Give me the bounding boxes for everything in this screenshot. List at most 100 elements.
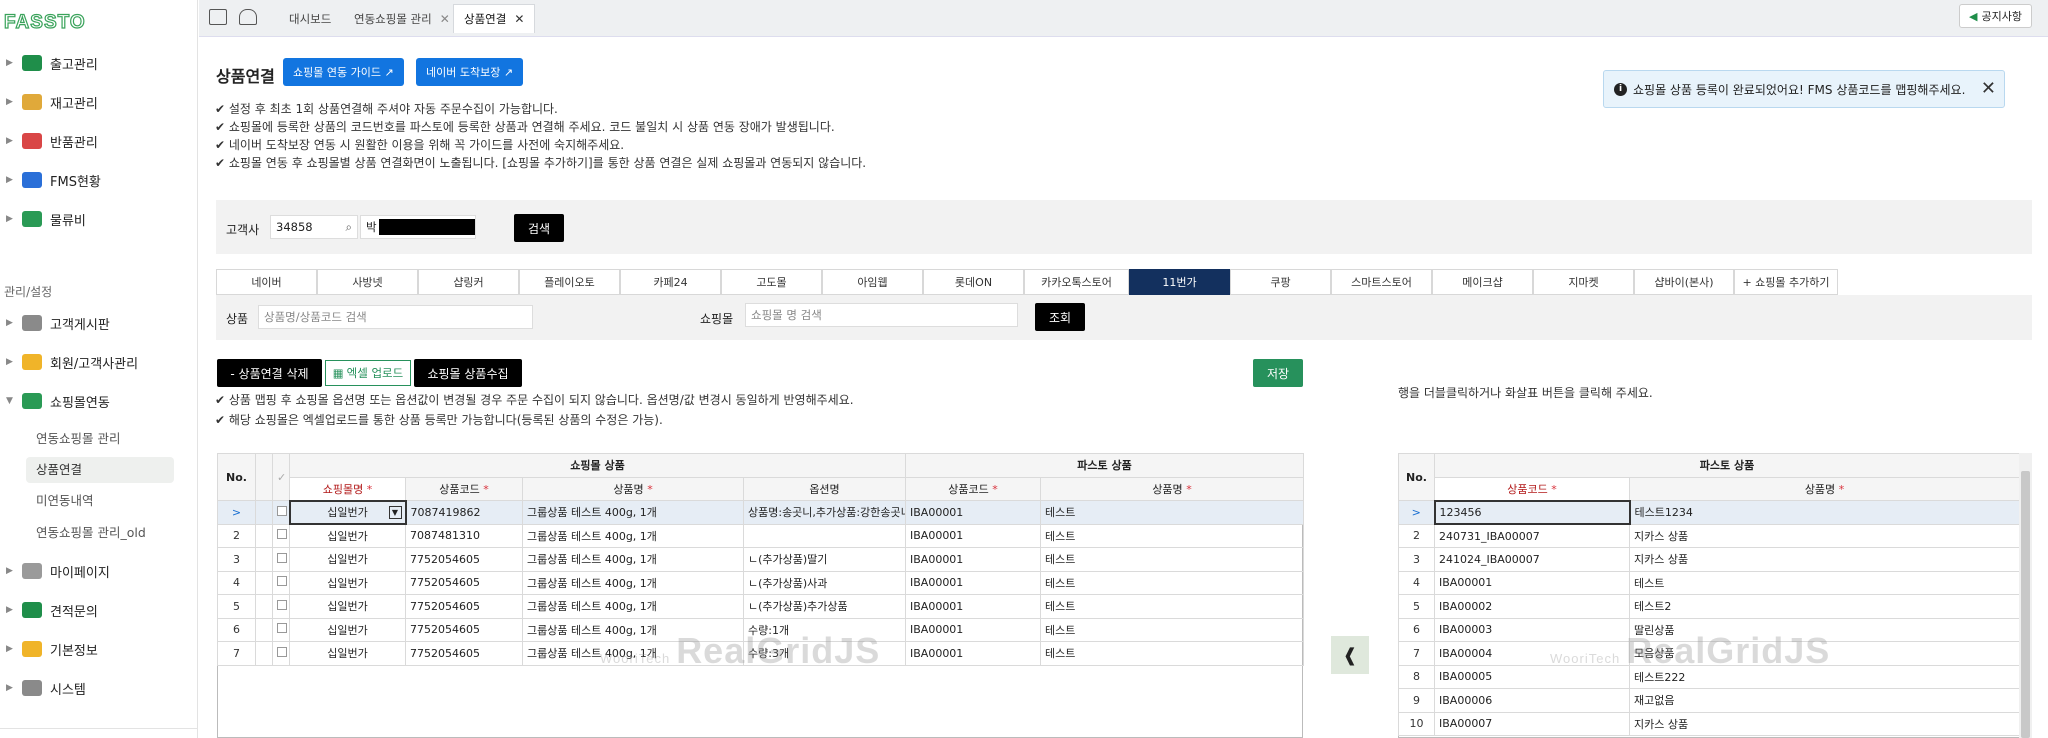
cell-fassto-name[interactable]: 테스트 (1040, 641, 1304, 666)
row-checkbox-cell[interactable] (272, 641, 290, 666)
sidebar-item-chart[interactable]: ▶ FMS현황 (0, 165, 197, 195)
table-row[interactable]: 4 IBA00001 테스트 (1398, 570, 2020, 595)
mall-guide-button[interactable]: 쇼핑몰 연동 가이드 ↗ (283, 58, 404, 86)
row-checkbox[interactable] (277, 599, 287, 610)
cell-mall-name[interactable]: 십일번가 (289, 617, 406, 642)
cloud-sync-icon[interactable] (239, 9, 257, 25)
sidebar-item-book[interactable]: ▶ 물류비 (0, 204, 197, 234)
table-row[interactable]: >123456 테스트1234 (1398, 499, 2020, 525)
mall-tab[interactable]: 스마트스토어 (1331, 269, 1432, 295)
table-row[interactable]: 3 241024_IBA00007 지카스 상품 (1398, 547, 2020, 572)
cell-fassto-name[interactable]: 테스트 (1040, 594, 1304, 619)
cell-mall-name[interactable]: 십일번가 (289, 547, 406, 572)
row-checkbox[interactable] (277, 576, 287, 587)
cell-mall-product-name[interactable]: 그룹상품 테스트 400g, 1개 (522, 500, 744, 525)
cell-fassto-code[interactable]: IBA00001 (1434, 570, 1630, 595)
check-all[interactable]: ✓ (272, 453, 290, 501)
table-row[interactable]: 3 십일번가 7752054605 그룹상품 테스트 400g, 1개 ㄴ(추가상품)딸… (217, 547, 1304, 572)
cell-mall-name[interactable]: 십일번가 ▼ (288, 499, 407, 525)
mall-tab[interactable]: 플레이오토 (519, 269, 620, 295)
sidebar-item-return[interactable]: ▶ 반품관리 (0, 126, 197, 156)
submenu-item[interactable]: 미연동내역 (36, 488, 94, 514)
mall-tab[interactable]: 롯데ON (923, 269, 1024, 295)
mall-tab[interactable]: 네이버 (216, 269, 317, 295)
row-checkbox[interactable] (277, 505, 287, 516)
col-fassto-name[interactable]: 상품명 * (1040, 476, 1304, 501)
naver-guarantee-button[interactable]: 네이버 도착보장 ↗ (416, 58, 524, 86)
search-icon[interactable]: ⌕ (346, 220, 352, 235)
cell-fassto-code[interactable]: IBA00001 (905, 570, 1041, 595)
cell-mall-name[interactable]: 십일번가 (289, 523, 406, 548)
sidebar-item-chat[interactable]: ▶ 고객게시판 (0, 308, 197, 338)
cell-mall-name[interactable]: 십일번가 (289, 641, 406, 666)
cell-fassto-name[interactable]: 테스트1234 (1629, 500, 2020, 525)
mall-tab[interactable]: + 쇼핑몰 추가하기 (1734, 269, 1838, 295)
table-row[interactable]: 5 십일번가 7752054605 그룹상품 테스트 400g, 1개 ㄴ(추가상품)추… (217, 594, 1304, 619)
cell-fassto-code[interactable]: IBA00001 (905, 523, 1041, 548)
submenu-item[interactable]: 연동쇼핑몰 관리 (36, 426, 120, 452)
product-search-input[interactable]: 상품명/상품코드 검색 (258, 305, 533, 329)
table-row[interactable]: 2 십일번가 7087481310 그룹상품 테스트 400g, 1개 IBA00001… (217, 523, 1304, 548)
col-mall-product-name[interactable]: 상품명 * (522, 476, 744, 501)
cell-fassto-code[interactable]: IBA00002 (1434, 594, 1630, 619)
map-arrow-button[interactable]: ❰ (1331, 636, 1369, 674)
cell-mall-code[interactable]: 7752054605 (405, 547, 523, 572)
cell-fassto-name[interactable]: 딸린상품 (1629, 617, 2020, 642)
cell-mall-name[interactable]: 십일번가 (289, 570, 406, 595)
row-checkbox-cell[interactable] (272, 547, 290, 572)
mall-tab[interactable]: 카페24 (620, 269, 721, 295)
sidebar-item-box[interactable]: ▶ 재고관리 (0, 87, 197, 117)
mall-tab[interactable]: 아임웹 (822, 269, 923, 295)
collect-products-button[interactable]: 쇼핑몰 상품수집 (414, 359, 522, 387)
cell-option-name[interactable] (743, 523, 906, 548)
cell-fassto-code[interactable]: IBA00001 (905, 500, 1041, 525)
cell-option-name[interactable]: 수량:1개 (743, 617, 906, 642)
cell-mall-code[interactable]: 7752054605 (405, 641, 523, 666)
submenu-item[interactable]: 연동쇼핑몰 관리_old (36, 520, 146, 546)
cell-mall-product-name[interactable]: 그룹상품 테스트 400g, 1개 (522, 547, 744, 572)
mall-search-input[interactable]: 쇼핑몰 명 검색 (745, 303, 1018, 327)
table-row[interactable]: 10 IBA00007 지카스 상품 (1398, 711, 2020, 736)
cell-fassto-name[interactable]: 테스트2 (1629, 594, 2020, 619)
cell-mall-code[interactable]: 7752054605 (405, 570, 523, 595)
cell-mall-name[interactable]: 십일번가 (289, 594, 406, 619)
mall-tab[interactable]: 지마켓 (1533, 269, 1634, 295)
sidebar-toggle-icon[interactable] (209, 9, 227, 25)
sidebar-item-link[interactable]: ▼ 쇼핑몰연동 (0, 386, 197, 416)
cell-mall-code[interactable]: 7087419862 (405, 500, 523, 525)
row-checkbox-cell[interactable] (272, 594, 290, 619)
sidebar-item-gear[interactable]: ▶ 시스템 (0, 673, 197, 703)
cell-fassto-name[interactable]: 지카스 상품 (1629, 711, 2020, 736)
query-button[interactable]: 조회 (1035, 303, 1085, 331)
cell-fassto-code[interactable]: IBA00007 (1434, 711, 1630, 736)
scrollbar-thumb[interactable] (2021, 471, 2030, 738)
row-checkbox[interactable] (277, 552, 287, 563)
cell-option-name[interactable]: ㄴ(추가상품)딸기 (743, 547, 906, 572)
mall-tab[interactable]: 고도몰 (721, 269, 822, 295)
cell-mall-product-name[interactable]: 그룹상품 테스트 400g, 1개 (522, 617, 744, 642)
cell-fassto-code[interactable]: 241024_IBA00007 (1434, 547, 1630, 572)
cell-mall-code[interactable]: 7752054605 (405, 617, 523, 642)
row-checkbox[interactable] (277, 646, 287, 657)
close-icon[interactable]: ✕ (514, 12, 524, 26)
cell-fassto-code[interactable]: IBA00001 (905, 617, 1041, 642)
cell-fassto-name[interactable]: 테스트 (1040, 617, 1304, 642)
table-row[interactable]: 2 240731_IBA00007 지카스 상품 (1398, 523, 2020, 548)
col-fassto-code[interactable]: 상품코드 * (1434, 476, 1630, 501)
table-row[interactable]: 7 십일번가 7752054605 그룹상품 테스트 400g, 1개 수량:3개 IBA… (217, 641, 1304, 666)
cell-option-name[interactable]: ㄴ(추가상품)사과 (743, 570, 906, 595)
cell-fassto-name[interactable]: 테스트222 (1629, 664, 2020, 689)
col-fassto-name[interactable]: 상품명 * (1629, 476, 2020, 501)
table-row[interactable]: 7 IBA00004 모음상품 (1398, 641, 2020, 666)
cell-fassto-code[interactable]: 123456 (1433, 499, 1631, 525)
cell-fassto-code[interactable]: IBA00001 (905, 594, 1041, 619)
row-checkbox-cell[interactable] (272, 570, 290, 595)
row-checkbox[interactable] (277, 529, 287, 540)
cell-fassto-name[interactable]: 재고없음 (1629, 688, 2020, 713)
mall-tab[interactable]: 11번가 (1129, 269, 1230, 295)
cell-option-name[interactable]: 수량:3개 (743, 641, 906, 666)
row-checkbox-cell[interactable] (272, 617, 290, 642)
cell-fassto-name[interactable]: 지카스 상품 (1629, 523, 2020, 548)
delete-link-button[interactable]: - 상품연결 삭제 (217, 359, 322, 387)
col-fassto-code[interactable]: 상품코드 * (905, 476, 1041, 501)
